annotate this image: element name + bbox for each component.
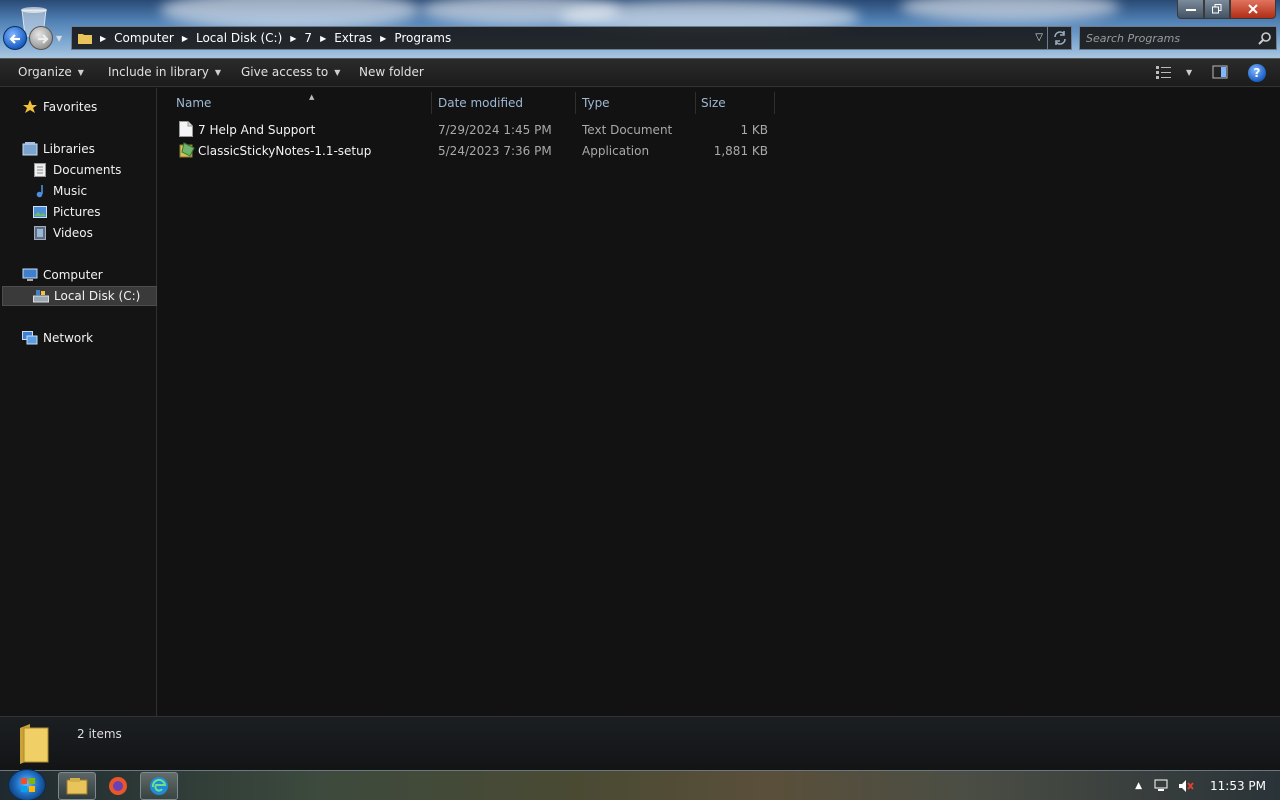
volume-muted-icon[interactable] (1178, 779, 1194, 793)
preview-pane-icon (1212, 65, 1228, 79)
column-header-date-modified[interactable]: Date modified (432, 92, 576, 114)
refresh-icon (1053, 31, 1066, 45)
file-type: Application (582, 144, 650, 158)
nav-item-documents[interactable]: Documents (32, 160, 121, 180)
chevron-down-icon: ▼ (334, 67, 341, 77)
network-icon (22, 330, 38, 346)
address-bar[interactable]: ▶ Computer ▶ Local Disk (C:) ▶ 7 ▶ Extras ▶ P… (71, 26, 1047, 50)
restore-button[interactable] (1204, 0, 1230, 19)
documents-icon (32, 162, 48, 178)
back-button[interactable] (3, 26, 27, 50)
refresh-button[interactable] (1047, 26, 1072, 50)
show-hidden-icons-button[interactable]: ▲ (1135, 781, 1142, 791)
change-view-button[interactable]: ▼ (1156, 65, 1192, 79)
arrow-left-icon (9, 34, 20, 44)
recent-pages-dropdown[interactable]: ▼ (56, 34, 62, 43)
close-icon (1248, 4, 1258, 14)
search-icon[interactable] (1258, 31, 1272, 48)
system-tray: ▲ 11:53 PM (1135, 771, 1280, 800)
details-view-icon (1156, 66, 1171, 79)
include-in-library-button[interactable]: Include in library ▼ (108, 65, 221, 79)
file-list: Name ▲ Date modified Type Size 7 Help An… (158, 88, 1280, 716)
nav-item-local-disk[interactable]: Local Disk (C:) (2, 286, 157, 306)
address-dropdown-icon[interactable]: ▽ (1035, 32, 1043, 43)
windows-explorer-icon (66, 778, 88, 795)
organize-button[interactable]: Organize ▼ (18, 65, 84, 79)
window-controls (1177, 0, 1276, 19)
local-disk-icon (33, 288, 49, 304)
sort-ascending-icon: ▲ (309, 93, 315, 101)
minimize-icon (1185, 9, 1196, 11)
network-status-icon[interactable] (1154, 779, 1170, 793)
videos-icon (32, 225, 48, 241)
breadcrumb-item-extras[interactable]: ▶ Extras (320, 31, 380, 45)
folder-icon (20, 724, 49, 764)
firefox-icon (109, 777, 127, 795)
breadcrumb-item-local-disk[interactable]: ▶ Local Disk (C:) (182, 31, 290, 45)
file-name: 7 Help And Support (198, 123, 316, 137)
column-header-size[interactable]: Size (695, 92, 775, 114)
search-box[interactable] (1079, 26, 1277, 50)
arrow-right-icon (38, 34, 49, 44)
nav-item-music[interactable]: Music (32, 181, 87, 201)
help-button[interactable]: ? (1248, 64, 1266, 82)
breadcrumb-item-programs[interactable]: ▶ Programs (380, 31, 459, 45)
restore-icon (1212, 4, 1222, 14)
column-header-name[interactable]: Name ▲ (170, 92, 432, 114)
file-row[interactable]: 7 Help And Support 7/29/2024 1:45 PM Tex… (174, 120, 774, 140)
nav-item-computer[interactable]: Computer (22, 265, 103, 285)
nav-item-favorites[interactable]: Favorites (22, 97, 97, 117)
text-document-icon (179, 121, 193, 140)
close-button[interactable] (1230, 0, 1276, 19)
breadcrumb-item-7[interactable]: ▶ 7 (290, 31, 320, 45)
file-size: 1,881 KB (713, 144, 768, 158)
navigation-pane: Favorites Libraries Documents Music Pict… (0, 88, 157, 716)
breadcrumb-item-computer[interactable]: ▶ Computer (100, 31, 182, 45)
item-count: 2 items (77, 727, 122, 741)
nav-item-videos[interactable]: Videos (32, 223, 93, 243)
taskbar-edge[interactable] (140, 772, 178, 800)
clock[interactable]: 11:53 PM (1210, 779, 1266, 793)
installer-icon (179, 142, 195, 161)
nav-item-pictures[interactable]: Pictures (32, 202, 101, 222)
forward-button[interactable] (29, 26, 53, 50)
star-icon (22, 99, 38, 115)
search-input[interactable] (1086, 30, 1254, 46)
taskbar: ▲ 11:53 PM (0, 769, 1280, 800)
taskbar-windows-explorer[interactable] (58, 772, 96, 800)
new-folder-button[interactable]: New folder (359, 65, 424, 79)
file-date-modified: 7/29/2024 1:45 PM (438, 123, 552, 137)
column-header-type[interactable]: Type (576, 92, 696, 114)
preview-pane-button[interactable] (1212, 64, 1228, 83)
file-name: ClassicStickyNotes-1.1-setup (198, 144, 372, 158)
music-icon (32, 183, 48, 199)
nav-item-libraries[interactable]: Libraries (22, 139, 95, 159)
file-type: Text Document (582, 123, 673, 137)
command-bar: Organize ▼ Include in library ▼ Give acces… (0, 58, 1280, 87)
taskbar-firefox[interactable] (99, 772, 137, 800)
pictures-icon (32, 204, 48, 220)
chevron-down-icon: ▼ (77, 67, 84, 77)
libraries-icon (22, 141, 38, 157)
give-access-to-button[interactable]: Give access to ▼ (241, 65, 340, 79)
file-size: 1 KB (740, 123, 768, 137)
file-row[interactable]: ClassicStickyNotes-1.1-setup 5/24/2023 7… (174, 141, 774, 161)
chevron-down-icon: ▼ (214, 67, 222, 77)
windows-logo-icon (21, 778, 35, 792)
nav-item-network[interactable]: Network (22, 328, 93, 348)
start-button[interactable] (8, 769, 46, 800)
chevron-down-icon[interactable]: ▼ (1186, 68, 1192, 77)
minimize-button[interactable] (1177, 0, 1204, 19)
window-titlebar: ▼ ▶ Computer ▶ Local Disk (C:) ▶ 7 ▶ Extras … (0, 0, 1280, 58)
help-icon: ? (1253, 66, 1261, 80)
details-pane: 2 items (0, 716, 1280, 770)
file-date-modified: 5/24/2023 7:36 PM (438, 144, 552, 158)
computer-icon (22, 267, 38, 283)
edge-icon (150, 777, 168, 795)
folder-icon (78, 34, 92, 44)
